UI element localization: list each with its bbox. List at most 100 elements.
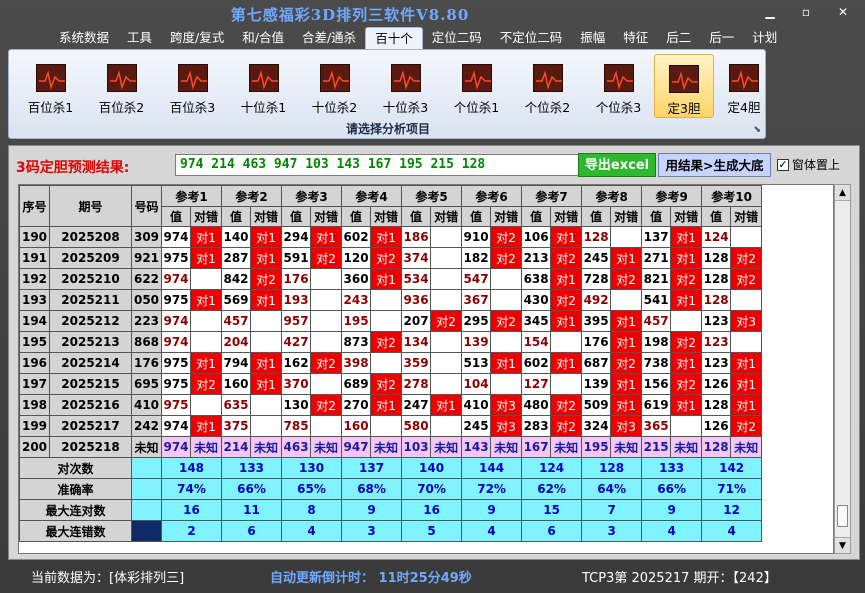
cell-value: 126: [701, 373, 732, 395]
cell-value: 106: [521, 226, 552, 248]
row-number: 223: [131, 310, 162, 332]
ribbon-button-6[interactable]: 个位杀1: [441, 54, 512, 118]
cell-result: 对3: [490, 415, 523, 437]
row-period: 2025210: [49, 268, 132, 290]
ribbon-button-2[interactable]: 百位杀3: [157, 54, 228, 118]
cell-value: 975: [161, 289, 191, 311]
cell-value: 591: [281, 247, 312, 269]
cell-result: 对1: [550, 268, 583, 290]
row-seq: 194: [19, 310, 50, 332]
chart-icon: [669, 65, 699, 93]
menu-tab-10[interactable]: 后二: [657, 27, 700, 49]
ribbon-button-3[interactable]: 十位杀1: [228, 54, 299, 118]
row-seq: 191: [19, 247, 50, 269]
cell-value: 689: [341, 373, 372, 395]
cell-value: 974: [161, 268, 191, 290]
vertical-scrollbar[interactable]: ▲ ▼: [834, 184, 851, 554]
header-result: 对错: [670, 206, 703, 227]
minimize-icon[interactable]: ▁: [759, 4, 781, 20]
ribbon-button-9[interactable]: 定3胆: [654, 54, 714, 118]
current-data-status: 当前数据为：[体彩排列三]: [31, 571, 185, 586]
cell-value: 975: [161, 352, 191, 374]
topmost-toggle[interactable]: ✓ 窗体置上: [777, 156, 840, 173]
topmost-checkbox[interactable]: ✓: [777, 158, 789, 171]
cell-result: 对1: [370, 226, 403, 248]
menu-tab-1[interactable]: 工具: [118, 27, 161, 49]
header-ref-3: 参考3: [281, 185, 343, 207]
cell-result: [610, 226, 643, 248]
cell-value: 410: [461, 394, 492, 416]
menu-tab-0[interactable]: 系统数据: [50, 27, 118, 49]
cell-value: 367: [461, 289, 492, 311]
header-ref-1: 参考1: [160, 185, 223, 207]
cell-value: 128: [701, 247, 732, 269]
stat-value: 66%: [221, 478, 283, 500]
ribbon-button-0[interactable]: 百位杀1: [15, 54, 86, 118]
cell-value: 974: [161, 415, 191, 437]
cell-result: [550, 373, 583, 395]
cell-result: [430, 226, 463, 248]
cell-value: 245: [581, 247, 612, 269]
stat-value: 5: [401, 520, 463, 542]
menu-tab-8[interactable]: 振幅: [571, 27, 614, 49]
ribbon-button-label: 百位杀1: [27, 100, 74, 115]
expand-corner-icon[interactable]: ⬊: [753, 125, 761, 135]
stat-value: 124: [521, 457, 583, 479]
cell-value: 162: [281, 352, 312, 374]
ribbon-button-1[interactable]: 百位杀2: [86, 54, 157, 118]
ribbon-button-7[interactable]: 个位杀2: [512, 54, 583, 118]
chart-icon: [532, 64, 563, 92]
cell-result: 未知: [370, 436, 403, 458]
scroll-down-icon[interactable]: ▼: [835, 537, 850, 553]
stat-value: 140: [401, 457, 463, 479]
cell-value: 193: [281, 289, 312, 311]
menu-tab-12[interactable]: 计划: [743, 27, 786, 49]
cell-result: 对1: [730, 373, 763, 395]
cell-result: 对1: [730, 352, 763, 374]
prediction-row: 200 2025218 未知 974 未知 214 未知 463 未知 947 未知 103 未知 143…: [19, 436, 763, 458]
ribbon-button-5[interactable]: 十位杀3: [370, 54, 441, 118]
header-value: 值: [461, 206, 492, 227]
cell-value: 974: [161, 331, 191, 353]
chart-icon: [603, 64, 634, 92]
menu-tab-4[interactable]: 合差/通杀: [293, 27, 365, 49]
row-seq: 199: [19, 415, 50, 437]
stat-value: 15: [521, 499, 583, 521]
menu-tab-2[interactable]: 跨度/复式: [161, 27, 233, 49]
menu-tab-7[interactable]: 不定位二码: [491, 27, 572, 49]
prediction-result-field[interactable]: 974 214 463 947 103 143 167 195 215 128: [175, 154, 585, 176]
menu-tab-3[interactable]: 和/合值: [233, 27, 293, 49]
table-row: 196 2025214 176 975 对1 794 对1 162 对2 398 359 513 对1 6…: [19, 352, 763, 374]
stat-value: 12: [701, 499, 763, 521]
export-excel-button[interactable]: 导出excel: [578, 153, 656, 177]
app-window: 第七感福彩3D排列三软件V8.80 ▁ ▫ ✕ 系统数据 工具 跨度/复式 和/合值合…: [0, 0, 865, 593]
row-seq: 192: [19, 268, 50, 290]
cell-result: 对3: [730, 310, 763, 332]
cell-result: [370, 415, 403, 437]
ribbon-button-4[interactable]: 十位杀2: [299, 54, 370, 118]
header-value: 值: [701, 206, 732, 227]
menu-tab-9[interactable]: 特征: [614, 27, 657, 49]
stat-value: 16: [401, 499, 463, 521]
cell-value: 123: [701, 352, 732, 374]
header-value: 值: [521, 206, 552, 227]
update-countdown: 自动更新倒计时： 11时25分49秒: [270, 571, 472, 586]
app-title: 第七感福彩3D排列三软件V8.80: [230, 6, 470, 24]
cell-value: 128: [701, 268, 732, 290]
ribbon-button-8[interactable]: 个位杀3: [583, 54, 654, 118]
menu-tab-11[interactable]: 后一: [700, 27, 743, 49]
cell-result: [490, 331, 523, 353]
scroll-thumb[interactable]: [837, 505, 848, 527]
ribbon-button-10[interactable]: 定4胆: [714, 54, 774, 118]
scroll-up-icon[interactable]: ▲: [835, 185, 850, 201]
menu-tab-6[interactable]: 定位二码: [423, 27, 491, 49]
close-icon[interactable]: ✕: [832, 4, 854, 20]
generate-base-button[interactable]: 用结果>生成大底: [658, 153, 771, 177]
menu-tab-5[interactable]: 百十个: [365, 27, 423, 49]
header-result: 对错: [189, 206, 223, 227]
cell-result: [490, 373, 523, 395]
restore-icon[interactable]: ▫: [795, 4, 817, 20]
cell-result: 未知: [310, 436, 343, 458]
header-value: 值: [221, 206, 252, 227]
cell-result: 对1: [189, 352, 223, 374]
